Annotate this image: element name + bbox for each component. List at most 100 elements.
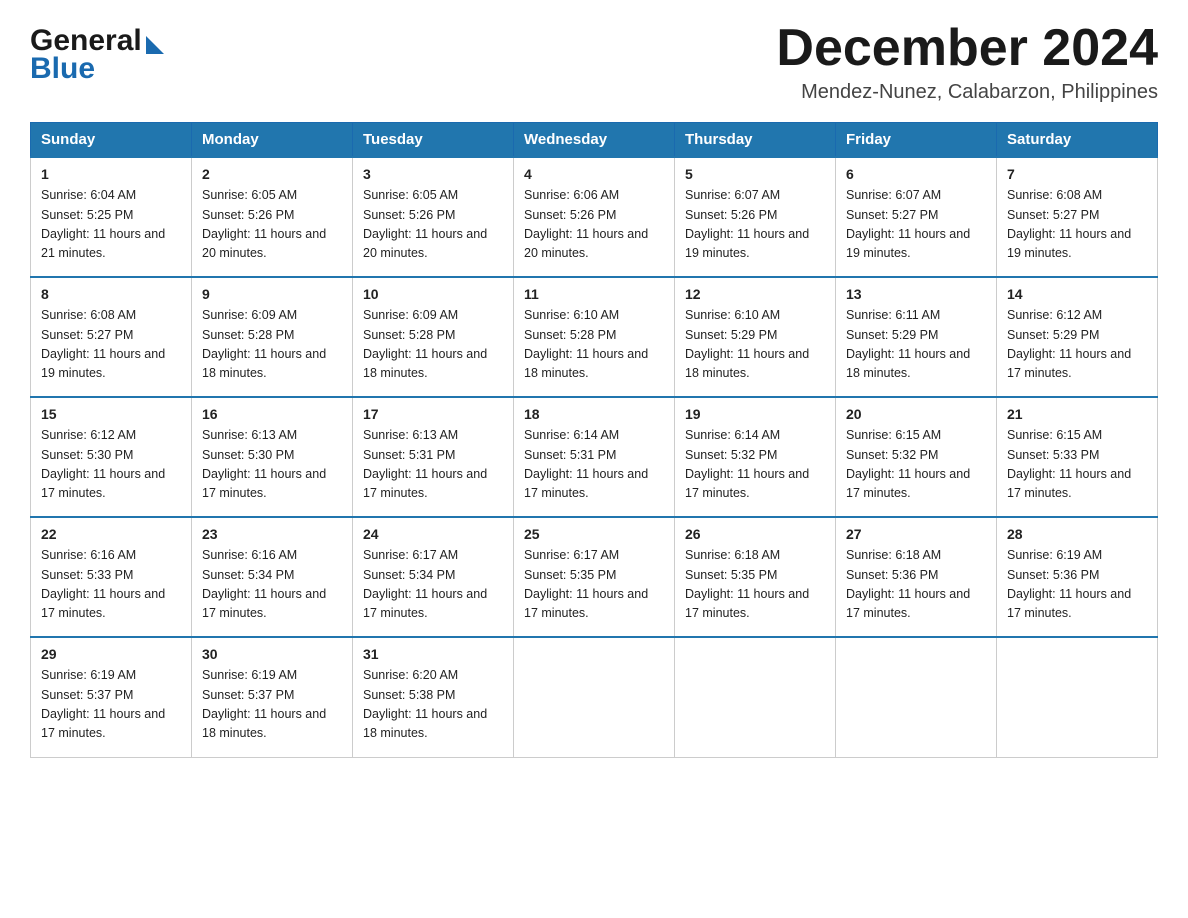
calendar-day-cell: 4 Sunrise: 6:06 AMSunset: 5:26 PMDaylight… (514, 157, 675, 277)
day-info: Sunrise: 6:16 AMSunset: 5:34 PMDaylight:… (202, 546, 342, 624)
calendar-day-cell: 27Sunrise: 6:18 AMSunset: 5:36 PMDayligh… (836, 517, 997, 637)
day-number: 11 (524, 286, 664, 302)
logo-triangle-icon (146, 36, 164, 54)
calendar-day-cell: 6 Sunrise: 6:07 AMSunset: 5:27 PMDaylight… (836, 157, 997, 277)
calendar-day-cell: 8 Sunrise: 6:08 AMSunset: 5:27 PMDaylight… (31, 277, 192, 397)
col-header-sunday: Sunday (31, 123, 192, 158)
day-info: Sunrise: 6:15 AMSunset: 5:33 PMDaylight:… (1007, 426, 1147, 504)
calendar-week-row: 22 Sunrise: 6:16 AMSunset: 5:33 PMDayligh… (31, 517, 1158, 637)
calendar-week-row: 29Sunrise: 6:19 AMSunset: 5:37 PMDayligh… (31, 637, 1158, 757)
calendar-week-row: 1Sunrise: 6:04 AMSunset: 5:25 PMDaylight… (31, 157, 1158, 277)
calendar-day-cell: 28 Sunrise: 6:19 AMSunset: 5:36 PMDayligh… (997, 517, 1158, 637)
calendar-day-cell: 10 Sunrise: 6:09 AMSunset: 5:28 PMDayligh… (353, 277, 514, 397)
calendar-day-cell: 11 Sunrise: 6:10 AMSunset: 5:28 PMDayligh… (514, 277, 675, 397)
day-info: Sunrise: 6:09 AMSunset: 5:28 PMDaylight:… (363, 306, 503, 384)
day-number: 15 (41, 406, 181, 422)
day-info: Sunrise: 6:19 AMSunset: 5:37 PMDaylight:… (202, 666, 342, 744)
day-info: Sunrise: 6:08 AMSunset: 5:27 PMDaylight:… (41, 306, 181, 384)
logo: General Blue (30, 26, 164, 84)
calendar-day-cell: 1Sunrise: 6:04 AMSunset: 5:25 PMDaylight… (31, 157, 192, 277)
col-header-thursday: Thursday (675, 123, 836, 158)
day-number: 21 (1007, 406, 1147, 422)
day-info: Sunrise: 6:10 AMSunset: 5:28 PMDaylight:… (524, 306, 664, 384)
day-number: 28 (1007, 526, 1147, 542)
calendar-day-cell: 7 Sunrise: 6:08 AMSunset: 5:27 PMDaylight… (997, 157, 1158, 277)
col-header-tuesday: Tuesday (353, 123, 514, 158)
day-info: Sunrise: 6:06 AMSunset: 5:26 PMDaylight:… (524, 186, 664, 264)
day-info: Sunrise: 6:14 AMSunset: 5:32 PMDaylight:… (685, 426, 825, 504)
day-number: 13 (846, 286, 986, 302)
day-number: 6 (846, 166, 986, 182)
day-number: 30 (202, 646, 342, 662)
day-info: Sunrise: 6:10 AMSunset: 5:29 PMDaylight:… (685, 306, 825, 384)
day-info: Sunrise: 6:07 AMSunset: 5:27 PMDaylight:… (846, 186, 986, 264)
logo-blue-text: Blue (30, 54, 95, 84)
calendar-week-row: 8 Sunrise: 6:08 AMSunset: 5:27 PMDaylight… (31, 277, 1158, 397)
day-number: 25 (524, 526, 664, 542)
day-number: 12 (685, 286, 825, 302)
day-number: 4 (524, 166, 664, 182)
location-text: Mendez-Nunez, Calabarzon, Philippines (776, 81, 1158, 104)
calendar-day-cell: 9 Sunrise: 6:09 AMSunset: 5:28 PMDaylight… (192, 277, 353, 397)
col-header-monday: Monday (192, 123, 353, 158)
calendar-day-cell: 29Sunrise: 6:19 AMSunset: 5:37 PMDayligh… (31, 637, 192, 757)
day-info: Sunrise: 6:12 AMSunset: 5:29 PMDaylight:… (1007, 306, 1147, 384)
day-number: 5 (685, 166, 825, 182)
calendar-day-cell: 30 Sunrise: 6:19 AMSunset: 5:37 PMDayligh… (192, 637, 353, 757)
day-number: 18 (524, 406, 664, 422)
calendar-empty-cell (997, 637, 1158, 757)
calendar-week-row: 15 Sunrise: 6:12 AMSunset: 5:30 PMDayligh… (31, 397, 1158, 517)
day-info: Sunrise: 6:18 AMSunset: 5:35 PMDaylight:… (685, 546, 825, 624)
calendar-table: SundayMondayTuesdayWednesdayThursdayFrid… (30, 122, 1158, 758)
day-info: Sunrise: 6:12 AMSunset: 5:30 PMDaylight:… (41, 426, 181, 504)
day-info: Sunrise: 6:13 AMSunset: 5:30 PMDaylight:… (202, 426, 342, 504)
calendar-day-cell: 21 Sunrise: 6:15 AMSunset: 5:33 PMDayligh… (997, 397, 1158, 517)
day-info: Sunrise: 6:08 AMSunset: 5:27 PMDaylight:… (1007, 186, 1147, 264)
day-number: 9 (202, 286, 342, 302)
day-number: 31 (363, 646, 503, 662)
day-info: Sunrise: 6:04 AMSunset: 5:25 PMDaylight:… (41, 186, 181, 264)
day-info: Sunrise: 6:13 AMSunset: 5:31 PMDaylight:… (363, 426, 503, 504)
calendar-day-cell: 5Sunrise: 6:07 AMSunset: 5:26 PMDaylight… (675, 157, 836, 277)
day-info: Sunrise: 6:20 AMSunset: 5:38 PMDaylight:… (363, 666, 503, 744)
calendar-header-row: SundayMondayTuesdayWednesdayThursdayFrid… (31, 123, 1158, 158)
calendar-empty-cell (675, 637, 836, 757)
calendar-day-cell: 15 Sunrise: 6:12 AMSunset: 5:30 PMDayligh… (31, 397, 192, 517)
day-number: 22 (41, 526, 181, 542)
day-info: Sunrise: 6:17 AMSunset: 5:34 PMDaylight:… (363, 546, 503, 624)
calendar-day-cell: 3Sunrise: 6:05 AMSunset: 5:26 PMDaylight… (353, 157, 514, 277)
day-info: Sunrise: 6:05 AMSunset: 5:26 PMDaylight:… (202, 186, 342, 264)
calendar-day-cell: 19 Sunrise: 6:14 AMSunset: 5:32 PMDayligh… (675, 397, 836, 517)
col-header-saturday: Saturday (997, 123, 1158, 158)
calendar-day-cell: 26Sunrise: 6:18 AMSunset: 5:35 PMDayligh… (675, 517, 836, 637)
calendar-empty-cell (836, 637, 997, 757)
day-number: 8 (41, 286, 181, 302)
calendar-day-cell: 16Sunrise: 6:13 AMSunset: 5:30 PMDayligh… (192, 397, 353, 517)
day-number: 23 (202, 526, 342, 542)
col-header-wednesday: Wednesday (514, 123, 675, 158)
day-info: Sunrise: 6:19 AMSunset: 5:36 PMDaylight:… (1007, 546, 1147, 624)
calendar-day-cell: 17Sunrise: 6:13 AMSunset: 5:31 PMDayligh… (353, 397, 514, 517)
calendar-empty-cell (514, 637, 675, 757)
calendar-day-cell: 22 Sunrise: 6:16 AMSunset: 5:33 PMDayligh… (31, 517, 192, 637)
day-number: 10 (363, 286, 503, 302)
title-area: December 2024 Mendez-Nunez, Calabarzon, … (776, 20, 1158, 104)
calendar-day-cell: 14 Sunrise: 6:12 AMSunset: 5:29 PMDayligh… (997, 277, 1158, 397)
day-info: Sunrise: 6:09 AMSunset: 5:28 PMDaylight:… (202, 306, 342, 384)
day-info: Sunrise: 6:11 AMSunset: 5:29 PMDaylight:… (846, 306, 986, 384)
day-info: Sunrise: 6:17 AMSunset: 5:35 PMDaylight:… (524, 546, 664, 624)
calendar-day-cell: 12 Sunrise: 6:10 AMSunset: 5:29 PMDayligh… (675, 277, 836, 397)
day-number: 14 (1007, 286, 1147, 302)
day-number: 19 (685, 406, 825, 422)
day-number: 27 (846, 526, 986, 542)
day-number: 2 (202, 166, 342, 182)
day-info: Sunrise: 6:16 AMSunset: 5:33 PMDaylight:… (41, 546, 181, 624)
day-number: 24 (363, 526, 503, 542)
page-header: General Blue December 2024 Mendez-Nunez,… (30, 20, 1158, 104)
day-number: 3 (363, 166, 503, 182)
day-info: Sunrise: 6:14 AMSunset: 5:31 PMDaylight:… (524, 426, 664, 504)
day-info: Sunrise: 6:19 AMSunset: 5:37 PMDaylight:… (41, 666, 181, 744)
calendar-day-cell: 2 Sunrise: 6:05 AMSunset: 5:26 PMDaylight… (192, 157, 353, 277)
day-number: 20 (846, 406, 986, 422)
day-number: 7 (1007, 166, 1147, 182)
